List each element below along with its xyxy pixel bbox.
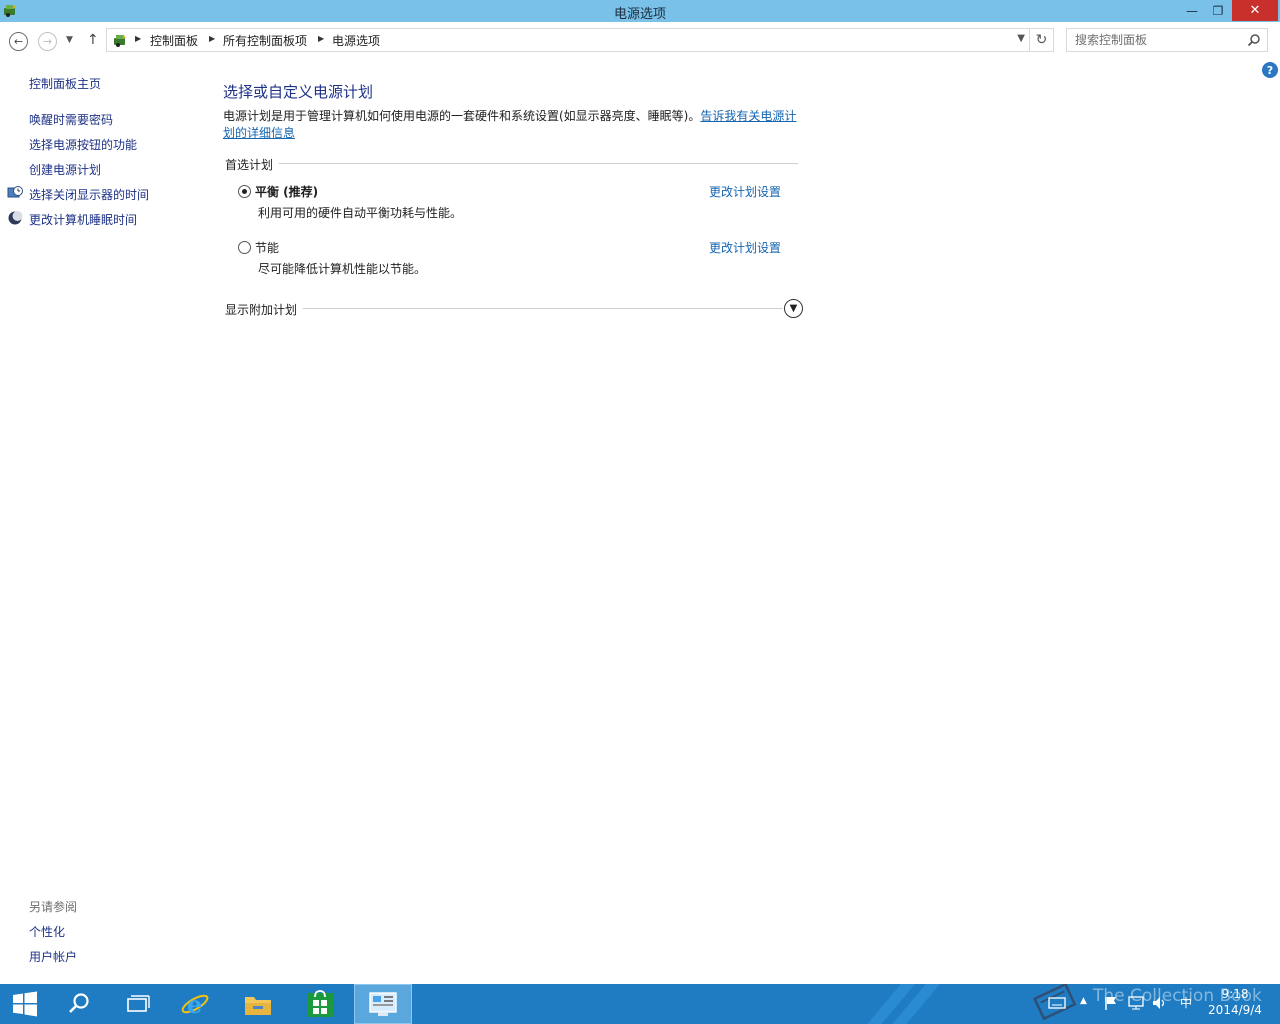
chevron-down-icon[interactable]: ▼ <box>1017 33 1025 44</box>
refresh-icon: ↻ <box>1035 32 1048 48</box>
expand-additional-plans-button[interactable]: ▼ <box>784 299 803 318</box>
see-also-header: 另请参阅 <box>29 900 78 914</box>
breadcrumb-separator[interactable]: ▶ <box>318 34 324 43</box>
plan-description-power-saver: 尽可能降低计算机性能以节能。 <box>258 262 427 276</box>
arrow-left-icon: ← <box>13 35 24 48</box>
search-taskbar-button[interactable] <box>50 984 108 1024</box>
file-explorer-button[interactable] <box>229 984 287 1024</box>
start-icon <box>13 991 37 1017</box>
page-title: 选择或自定义电源计划 <box>223 83 374 101</box>
start-button[interactable] <box>0 984 50 1024</box>
close-button[interactable]: ✕ <box>1232 0 1278 21</box>
title-bar: 电源选项 — ❐ ✕ <box>0 0 1280 22</box>
task-link-sleep-time[interactable]: 更改计算机睡眠时间 <box>29 211 137 228</box>
plan-name-power-saver[interactable]: 节能 <box>255 239 279 256</box>
moon-sleep-icon <box>8 211 23 225</box>
page-description: 电源计划是用于管理计算机如何使用电源的一套硬件和系统设置(如显示器亮度、睡眠等)… <box>223 108 803 142</box>
search-icon[interactable] <box>1247 33 1261 47</box>
control-panel-location-icon <box>114 34 126 47</box>
group-divider <box>225 308 783 309</box>
control-panel-icon <box>369 992 397 1016</box>
task-link-wake-password[interactable]: 唤醒时需要密码 <box>29 111 113 128</box>
keyboard-icon[interactable] <box>1048 996 1066 1013</box>
svg-text:e: e <box>187 990 202 1019</box>
breadcrumb-item-power-options[interactable]: 电源选项 <box>332 32 380 49</box>
search-box[interactable] <box>1066 28 1268 52</box>
system-clock[interactable]: 9:18 2014/9/4 <box>1205 986 1265 1018</box>
internet-explorer-icon: e <box>181 990 209 1019</box>
show-additional-plans-header[interactable]: 显示附加计划 <box>225 301 304 318</box>
navigation-bar: ← → ▼ ↑ ▶ 控制面板 ▶ 所有控制面板项 ▶ 电源选项 ▼ ↻ <box>0 22 1280 58</box>
search-icon <box>69 993 89 1013</box>
store-icon <box>307 990 333 1017</box>
forward-button[interactable]: → <box>38 32 57 51</box>
breadcrumb-separator[interactable]: ▶ <box>209 34 215 43</box>
volume-icon[interactable] <box>1151 995 1169 1014</box>
ime-indicator[interactable]: 中 <box>1180 994 1192 1011</box>
see-also-user-accounts-link[interactable]: 用户帐户 <box>29 948 77 965</box>
monitor-clock-icon <box>7 186 23 198</box>
preferred-plans-header: 首选计划 <box>225 156 280 173</box>
breadcrumb-separator[interactable]: ▶ <box>135 34 141 43</box>
window-title: 电源选项 <box>613 7 666 22</box>
plan-description-balanced: 利用可用的硬件自动平衡功耗与性能。 <box>258 206 463 220</box>
task-view-button[interactable] <box>108 984 166 1024</box>
change-plan-settings-link-power-saver[interactable]: 更改计划设置 <box>709 239 781 256</box>
description-text: 电源计划是用于管理计算机如何使用电源的一套硬件和系统设置(如显示器亮度、睡眠等)… <box>223 109 701 123</box>
search-input[interactable] <box>1075 32 1240 48</box>
task-view-icon <box>127 995 150 1012</box>
store-button[interactable] <box>291 984 349 1024</box>
address-bar[interactable]: ▶ 控制面板 ▶ 所有控制面板项 ▶ 电源选项 ▼ <box>106 28 1030 52</box>
group-divider <box>225 163 798 164</box>
learn-more-link[interactable]: 告诉我有关电源计 <box>700 109 796 123</box>
control-panel-home-link[interactable]: 控制面板主页 <box>29 75 101 92</box>
help-icon[interactable]: ? <box>1262 62 1278 78</box>
file-explorer-icon <box>245 997 271 1015</box>
taskbar: e The Collection Book ▲ 中 9:18 2014/9/4 <box>0 984 1280 1024</box>
learn-more-link-continued[interactable]: 划的详细信息 <box>223 126 295 140</box>
restore-button[interactable]: ❐ <box>1206 0 1230 21</box>
recent-locations-dropdown[interactable]: ▼ <box>66 35 73 45</box>
back-button[interactable]: ← <box>9 32 28 51</box>
change-plan-settings-link-balanced[interactable]: 更改计划设置 <box>709 183 781 200</box>
see-also-personalization-link[interactable]: 个性化 <box>29 923 65 940</box>
minimize-button[interactable]: — <box>1180 0 1204 21</box>
arrow-right-icon: → <box>42 35 53 48</box>
control-panel-taskbar-button[interactable] <box>354 984 412 1024</box>
chevron-down-icon: ▼ <box>789 303 798 314</box>
plan-name-balanced[interactable]: 平衡 (推荐) <box>255 183 318 200</box>
refresh-button[interactable]: ↻ <box>1029 28 1054 52</box>
clock-date: 2014/9/4 <box>1208 1003 1262 1017</box>
internet-explorer-button[interactable]: e <box>166 984 224 1024</box>
up-button[interactable]: ↑ <box>87 32 99 48</box>
action-center-flag-icon[interactable] <box>1103 995 1119 1014</box>
show-hidden-icons-chevron-icon[interactable]: ▲ <box>1080 996 1087 1006</box>
task-link-display-off-time[interactable]: 选择关闭显示器的时间 <box>29 186 149 203</box>
task-link-create-plan[interactable]: 创建电源计划 <box>29 161 101 178</box>
plan-radio-balanced[interactable] <box>238 185 251 198</box>
network-icon[interactable] <box>1127 995 1145 1014</box>
plan-radio-power-saver[interactable] <box>238 241 251 254</box>
breadcrumb-item-all-items[interactable]: 所有控制面板项 <box>223 32 307 49</box>
breadcrumb-item-control-panel[interactable]: 控制面板 <box>150 32 198 49</box>
clock-time: 9:18 <box>1221 987 1249 1001</box>
task-link-power-buttons[interactable]: 选择电源按钮的功能 <box>29 136 137 153</box>
